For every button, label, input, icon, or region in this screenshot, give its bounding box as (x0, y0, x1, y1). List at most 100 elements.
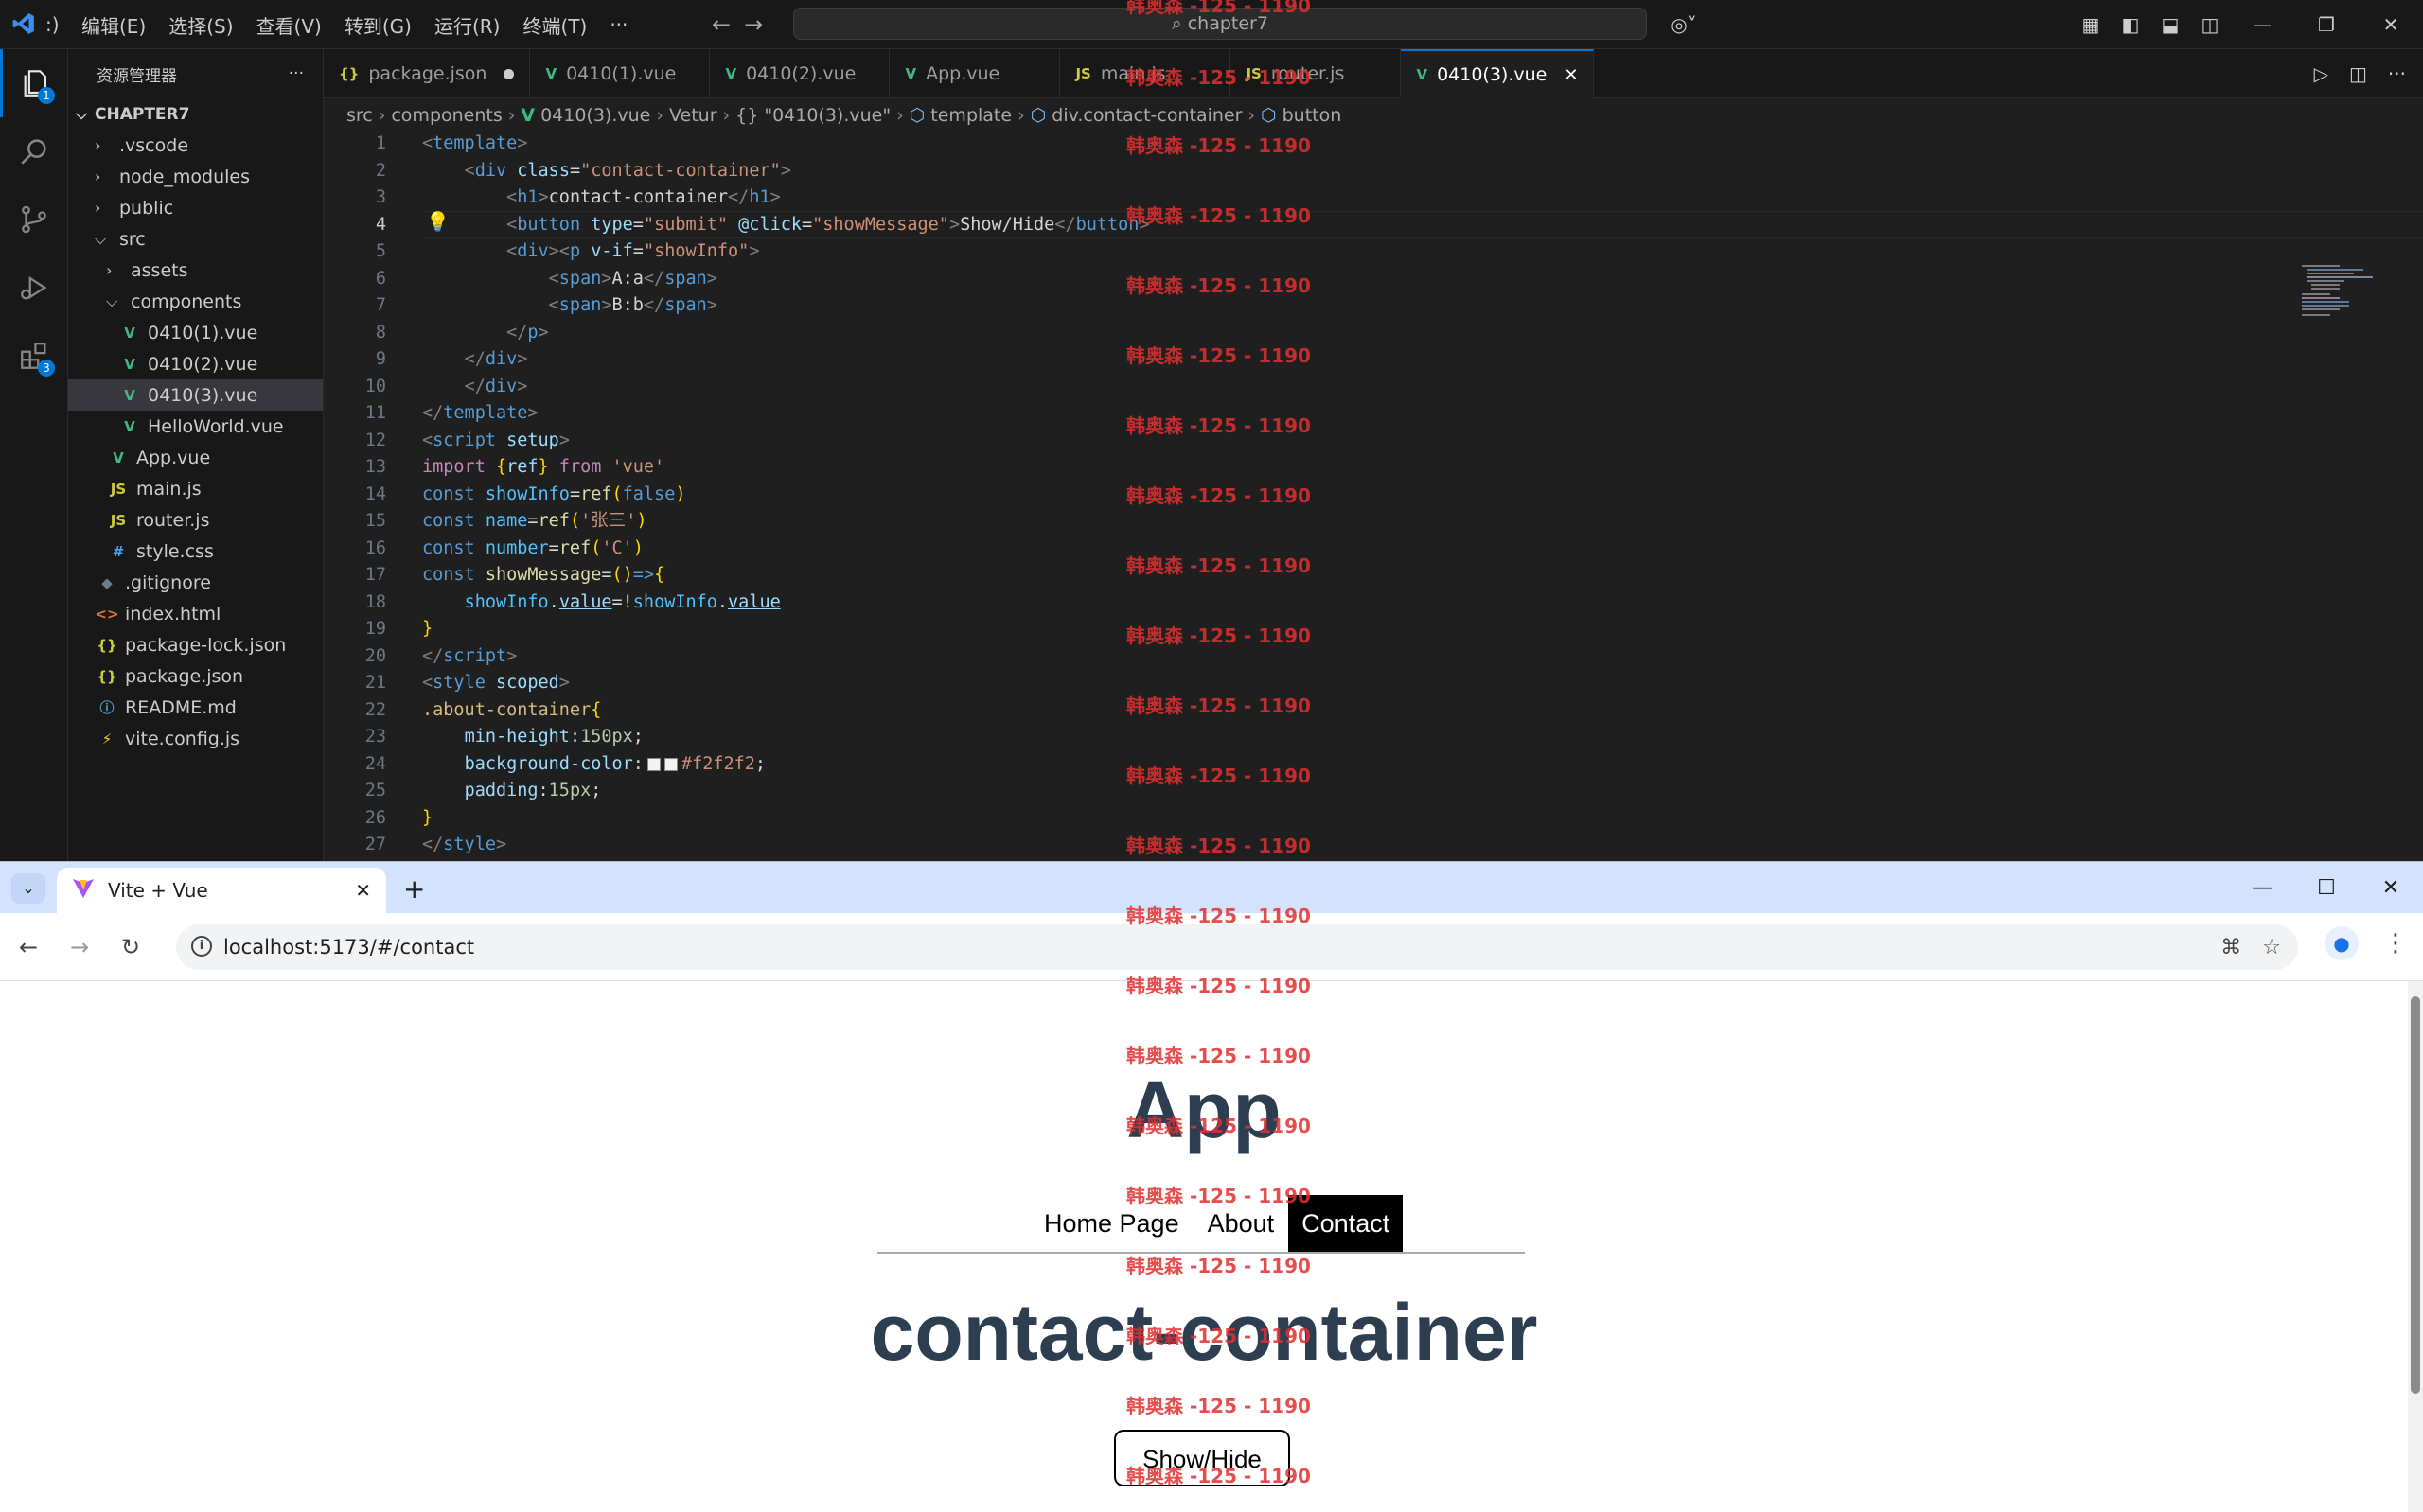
reload-icon[interactable]: ↻ (121, 934, 140, 960)
profile-avatar[interactable]: ● (2325, 926, 2359, 960)
code-token: () (611, 565, 633, 585)
color-swatch[interactable] (663, 757, 678, 771)
explorer-root-folder[interactable]: ⌵ CHAPTER7 (68, 98, 323, 130)
code-token: </ (643, 295, 665, 315)
source-control-icon[interactable] (0, 185, 68, 254)
site-info-icon[interactable]: i (191, 936, 212, 957)
root-folder-label: CHAPTER7 (95, 104, 190, 124)
run-debug-icon[interactable] (0, 254, 68, 322)
close-tab-icon[interactable]: ✕ (355, 879, 371, 902)
kebab-menu-icon[interactable]: ⋮ (2381, 929, 2410, 958)
tree-item[interactable]: V App.vue (68, 442, 323, 473)
menu-item[interactable]: 编辑(E) (70, 11, 157, 39)
breadcrumb-item[interactable]: div.contact-container (1052, 105, 1242, 126)
tree-item[interactable]: V 0410(2).vue (68, 348, 323, 379)
breadcrumb-item[interactable]: components (391, 105, 502, 126)
browser-maximize-icon[interactable]: ☐ (2294, 876, 2359, 900)
tree-item[interactable]: V 0410(1).vue (68, 317, 323, 348)
nav-link[interactable]: Home Page (1030, 1209, 1194, 1239)
tree-item[interactable]: JS main.js (68, 473, 323, 504)
tree-item[interactable]: › public (68, 192, 323, 223)
browser-minimize-icon[interactable]: — (2230, 876, 2294, 900)
color-swatch[interactable] (646, 757, 661, 771)
extensions-icon[interactable]: 3 (0, 322, 68, 390)
page-scrollbar[interactable] (2408, 981, 2423, 1512)
menu-item[interactable]: 转到(G) (333, 11, 423, 39)
breadcrumb-item[interactable]: 0410(3).vue (540, 105, 650, 126)
tree-item[interactable]: V 0410(3).vue (68, 379, 323, 411)
back-icon[interactable]: ← (19, 934, 38, 960)
tree-item[interactable]: # style.css (68, 536, 323, 567)
tree-item[interactable]: V HelloWorld.vue (68, 411, 323, 442)
close-tab-icon[interactable]: ✕ (1564, 65, 1578, 85)
tree-item[interactable]: <> index.html (68, 598, 323, 629)
tree-item[interactable]: › assets (68, 255, 323, 286)
browser-tab-title: Vite + Vue (108, 879, 208, 902)
minimap[interactable] (2302, 265, 2378, 322)
breadcrumb-item[interactable]: button (1282, 105, 1342, 126)
copilot-icon[interactable]: ◎˅ (1664, 13, 1704, 36)
explorer-icon[interactable]: 1 (0, 49, 68, 117)
tree-item[interactable]: › node_modules (68, 161, 323, 192)
menu-item[interactable]: 运行(R) (423, 11, 512, 39)
new-tab-icon[interactable]: + (403, 873, 425, 905)
browser-close-icon[interactable]: ✕ (2359, 876, 2423, 900)
menu-item[interactable]: ··· (598, 13, 639, 36)
forward-icon[interactable]: → (70, 934, 89, 960)
tree-item[interactable]: › .vscode (68, 130, 323, 161)
editor-tab[interactable]: {} package.json (324, 49, 531, 98)
tree-item[interactable]: ⓘ README.md (68, 692, 323, 723)
breadcrumb-separator-icon: › (656, 105, 663, 126)
bookmark-star-icon[interactable]: ☆ (2262, 936, 2281, 959)
close-window-icon[interactable]: ✕ (2359, 13, 2423, 36)
back-arrow-icon[interactable]: ← (712, 11, 744, 38)
tree-item[interactable]: ⌵ src (68, 223, 323, 255)
more-actions-icon[interactable]: ··· (289, 64, 304, 83)
toggle-panel-icon[interactable]: ⬓ (2150, 13, 2190, 36)
vue-file-icon: V (124, 355, 135, 373)
toggle-sidebar-icon[interactable]: ◧ (2111, 13, 2150, 36)
browser-tab[interactable]: Vite + Vue ✕ (57, 868, 386, 913)
tree-item[interactable]: {} package-lock.json (68, 629, 323, 660)
editor-tab[interactable]: V 0410(2).vue (710, 49, 891, 98)
menu-partial[interactable]: :) (45, 13, 63, 36)
breadcrumb-item[interactable]: src (346, 105, 373, 126)
minimize-icon[interactable]: — (2230, 13, 2294, 36)
editor-tab[interactable]: V 0410(1).vue (530, 49, 711, 98)
more-icon[interactable]: ··· (2388, 62, 2406, 85)
breadcrumb-item[interactable]: template (930, 105, 1012, 126)
translate-icon[interactable]: ⌘ (2220, 936, 2241, 959)
tree-item[interactable]: {} package.json (68, 660, 323, 692)
tree-item[interactable]: JS router.js (68, 504, 323, 536)
search-view-icon[interactable] (0, 117, 68, 185)
editor-tab[interactable]: V App.vue (890, 49, 1061, 98)
tree-item[interactable]: ◆ .gitignore (68, 567, 323, 598)
split-editor-icon[interactable]: ◫ (2349, 62, 2367, 85)
run-icon[interactable]: ▷ (2314, 62, 2328, 85)
code-token: : (569, 727, 581, 747)
code-editor[interactable]: 1 <template> 2 <div class="contact-contain… (324, 131, 2423, 861)
toggle-secondary-sidebar-icon[interactable]: ◫ (2190, 13, 2230, 36)
code-token: ( (591, 537, 602, 558)
restore-icon[interactable]: ❐ (2294, 13, 2359, 36)
code-line: 17 const showMessage=()=>{ (324, 562, 2359, 589)
menu-item[interactable]: 查看(V) (245, 11, 333, 39)
tree-item[interactable]: ⌵ components (68, 286, 323, 317)
vscode-logo-icon[interactable] (11, 11, 36, 36)
menu-item[interactable]: 选择(S) (157, 11, 244, 39)
tree-item-label: main.js (136, 478, 202, 500)
layout-customize-icon[interactable]: ▦ (2071, 13, 2111, 36)
forward-arrow-icon[interactable]: → (744, 11, 776, 38)
lightbulb-icon[interactable]: 💡 (426, 210, 450, 233)
breadcrumb-item[interactable]: {} "0410(3).vue" (735, 105, 891, 126)
breadcrumb-item[interactable]: Vetur (669, 105, 717, 126)
tab-search-icon[interactable]: ⌄ (11, 873, 45, 904)
menu-item[interactable]: 终端(T) (511, 11, 598, 39)
address-bar[interactable]: i localhost:5173/#/contact ⌘ ☆ (176, 924, 2298, 970)
editor-tab[interactable]: V 0410(3).vue ✕ (1401, 49, 1595, 98)
scroll-thumb[interactable] (2411, 996, 2420, 1394)
nav-link[interactable]: About (1194, 1209, 1289, 1239)
code-token: scoped (495, 673, 559, 693)
tree-item[interactable]: ⚡ vite.config.js (68, 723, 323, 754)
unsaved-dot-icon[interactable] (504, 68, 515, 79)
